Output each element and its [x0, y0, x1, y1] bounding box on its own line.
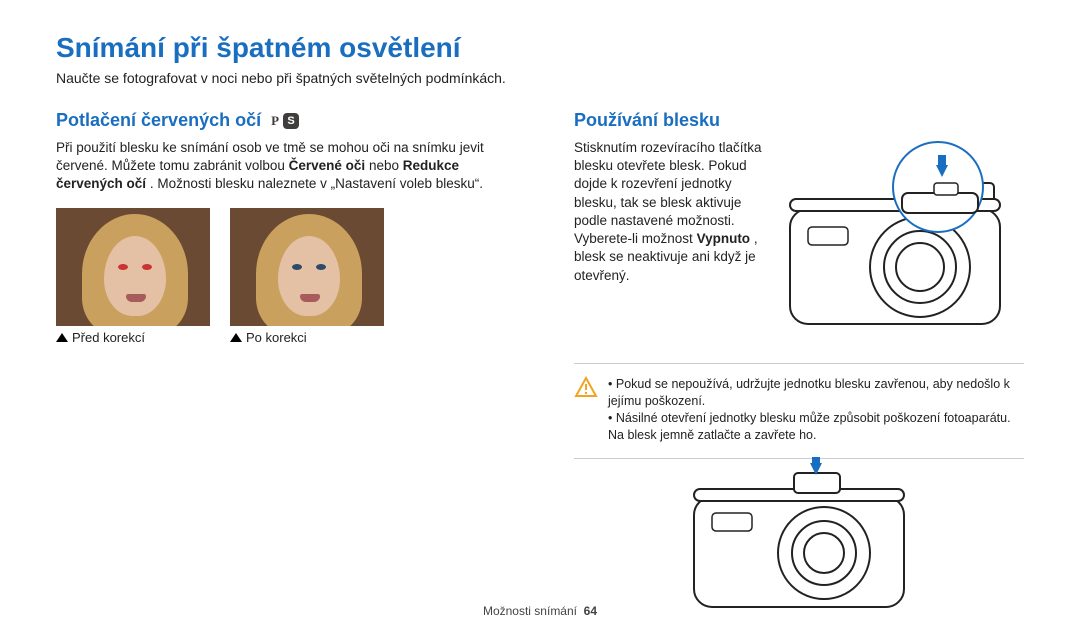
camera-close-illustration: [684, 467, 914, 617]
photo-before: [56, 208, 210, 326]
caution-list: Pokud se nepoužívá, udržujte jednotku bl…: [608, 376, 1024, 444]
footer-section: Možnosti snímání: [483, 604, 577, 618]
triangle-icon: [230, 333, 242, 342]
mode-badge: P S: [271, 113, 299, 129]
footer-page-number: 64: [584, 604, 597, 618]
column-redeye: Potlačení červených očí P S Při použití …: [56, 110, 526, 617]
photo-before-block: Před korekcí: [56, 208, 210, 345]
page-subtitle: Naučte se fotografovat v noci nebo při š…: [56, 70, 1024, 86]
warning-icon: [574, 376, 598, 444]
redeye-bold-1: Červené oči: [289, 158, 366, 173]
flash-paragraph: Stisknutím rozevíracího tlačítka blesku …: [574, 139, 764, 325]
mode-s-icon: S: [283, 113, 299, 129]
caution-box: Pokud se nepoužívá, udržujte jednotku bl…: [574, 363, 1024, 459]
redeye-text-mid: nebo: [369, 158, 403, 173]
photo-after: [230, 208, 384, 326]
page-title: Snímání při špatném osvětlení: [56, 32, 1024, 64]
photo-after-block: Po korekci: [230, 208, 384, 345]
content-columns: Potlačení červených očí P S Při použití …: [56, 110, 1024, 617]
page-footer: Možnosti snímání 64: [0, 604, 1080, 618]
caption-before: Před korekcí: [56, 330, 210, 345]
flash-heading: Používání blesku: [574, 110, 1024, 131]
redeye-heading-text: Potlačení červených očí: [56, 110, 261, 131]
flash-callout-circle: [892, 141, 984, 233]
camera-close-svg: [684, 467, 914, 617]
redeye-text-b: . Možnosti blesku naleznete v „Nastavení…: [150, 176, 483, 191]
mode-p-icon: P: [271, 113, 279, 129]
caption-before-text: Před korekcí: [72, 330, 145, 345]
caution-item-1: Pokud se nepoužívá, udržujte jednotku bl…: [608, 376, 1024, 410]
flash-bold: Vypnuto: [697, 231, 751, 246]
press-arrow-icon: [936, 155, 948, 177]
redeye-paragraph: Při použití blesku ke snímání osob ve tm…: [56, 139, 526, 194]
redeye-heading: Potlačení červených očí P S: [56, 110, 526, 131]
caution-item-2: Násilné otevření jednotky blesku může zp…: [608, 410, 1024, 444]
close-arrow-icon: [810, 457, 822, 475]
camera-open-illustration: [780, 139, 1010, 339]
triangle-icon: [56, 333, 68, 342]
caption-after: Po korekci: [230, 330, 384, 345]
flash-heading-text: Používání blesku: [574, 110, 720, 131]
column-flash: Používání blesku Stisknutím rozevíracího…: [574, 110, 1024, 617]
photo-row: Před korekcí Po korekci: [56, 208, 526, 345]
caption-after-text: Po korekci: [246, 330, 307, 345]
